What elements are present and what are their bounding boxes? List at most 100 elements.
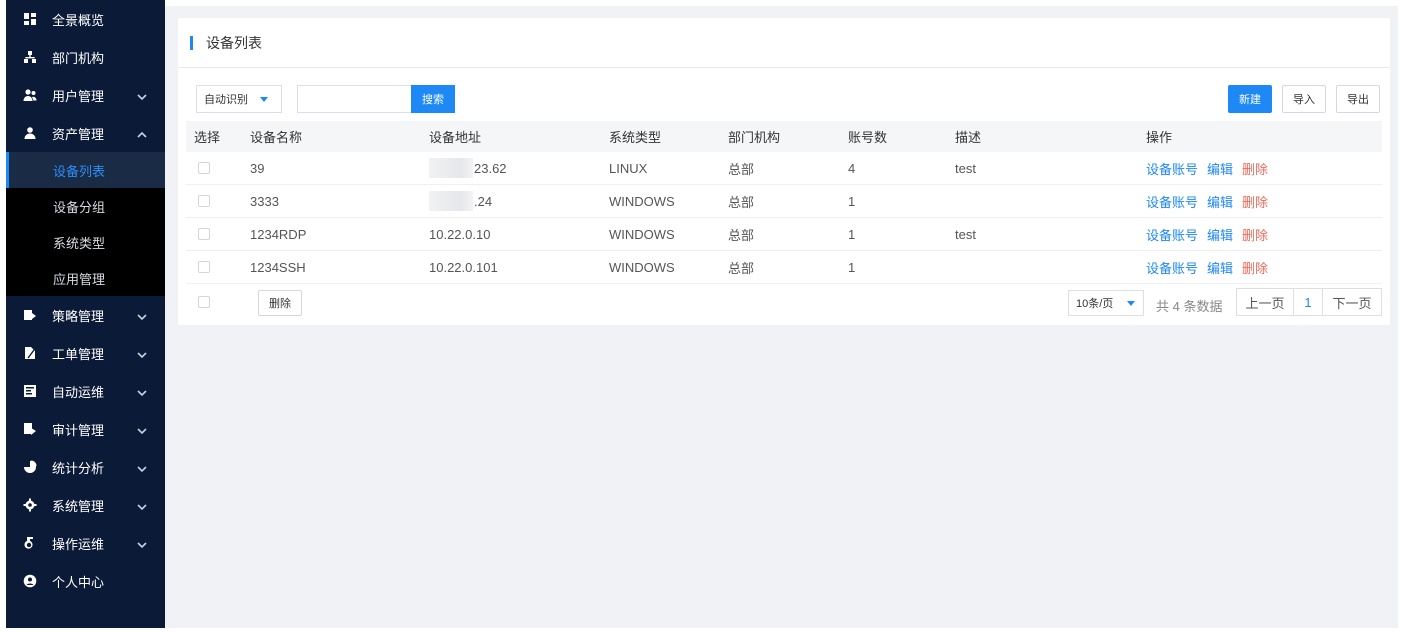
device-name: 39 xyxy=(250,160,265,176)
submenu-item[interactable]: 应用管理 xyxy=(6,260,165,296)
settings-icon xyxy=(22,497,38,513)
sidebar-item[interactable]: 部门机构 xyxy=(6,38,165,76)
delete-link[interactable]: 删除 xyxy=(1242,258,1268,277)
description: test xyxy=(955,160,976,176)
toolbar: 自动识别 搜索 新建 导入 导出 xyxy=(196,85,1380,115)
sidebar-item[interactable]: 全景概览 xyxy=(6,0,165,38)
device-accounts-link[interactable]: 设备账号 xyxy=(1146,192,1198,211)
edit-link[interactable]: 编辑 xyxy=(1207,225,1233,244)
device-accounts-link[interactable]: 设备账号 xyxy=(1146,225,1198,244)
edit-link[interactable]: 编辑 xyxy=(1207,159,1233,178)
operations-icon xyxy=(22,535,38,551)
row-checkbox[interactable] xyxy=(198,162,210,174)
total-count: 共 4 条数据 xyxy=(1156,299,1223,314)
edit-link[interactable]: 编辑 xyxy=(1207,258,1233,277)
new-button[interactable]: 新建 xyxy=(1228,85,1272,113)
import-button[interactable]: 导入 xyxy=(1282,85,1326,113)
submenu-item[interactable]: 设备分组 xyxy=(6,188,165,224)
device-accounts-link[interactable]: 设备账号 xyxy=(1146,258,1198,277)
delete-link[interactable]: 删除 xyxy=(1242,159,1268,178)
search-type-select[interactable]: 自动识别 xyxy=(196,85,282,113)
device-address-cell: .24 xyxy=(429,185,492,217)
header-device-name: 设备名称 xyxy=(250,130,303,145)
operations-cell: 设备账号 编辑 删除 xyxy=(1146,185,1268,217)
device-list-card: 设备列表 自动识别 搜索 新建 导入 导出 选择 设备名称 设备地址 系统类型 … xyxy=(178,18,1390,325)
device-accounts-link[interactable]: 设备账号 xyxy=(1146,159,1198,178)
header-select: 选择 xyxy=(194,130,221,145)
os-type: LINUX xyxy=(609,160,648,176)
assets-icon xyxy=(22,125,38,141)
department: 总部 xyxy=(728,194,755,210)
os-type: WINDOWS xyxy=(609,193,675,209)
row-select-cell xyxy=(194,218,210,250)
device-address-cell: 10.22.0.10 xyxy=(429,218,490,250)
sidebar-item[interactable]: 审计管理 xyxy=(6,410,165,448)
sidebar-item-label: 用户管理 xyxy=(52,88,105,104)
delete-link[interactable]: 删除 xyxy=(1242,192,1268,211)
next-page-button[interactable]: 下一页 xyxy=(1323,289,1381,315)
sidebar-item[interactable]: 用户管理 xyxy=(6,76,165,114)
search-input[interactable] xyxy=(297,85,411,113)
chevron-down-icon xyxy=(137,424,147,435)
sidebar-item-label: 工单管理 xyxy=(52,346,105,362)
redacted-address-mask xyxy=(429,158,473,178)
sidebar-item-label: 策略管理 xyxy=(52,308,105,324)
chevron-down-icon xyxy=(137,386,147,397)
department: 总部 xyxy=(728,260,755,276)
org-tree-icon xyxy=(22,49,38,65)
select-all-checkbox[interactable] xyxy=(198,296,210,308)
table-header: 选择 设备名称 设备地址 系统类型 部门机构 账号数 描述 操作 xyxy=(186,121,1382,152)
row-checkbox[interactable] xyxy=(198,228,210,240)
delete-link[interactable]: 删除 xyxy=(1242,225,1268,244)
sidebar-item-label: 个人中心 xyxy=(52,574,105,590)
row-select-cell xyxy=(194,152,210,184)
ticket-icon xyxy=(22,345,38,361)
chevron-down-icon xyxy=(137,90,147,101)
submenu-item[interactable]: 系统类型 xyxy=(6,224,165,260)
edit-link[interactable]: 编辑 xyxy=(1207,192,1233,211)
device-address: .24 xyxy=(474,193,493,209)
sidebar-item[interactable]: 工单管理 xyxy=(6,334,165,372)
sidebar-item-label: 统计分析 xyxy=(52,460,105,476)
sidebar-item[interactable]: 资产管理 xyxy=(6,114,165,152)
page-number-button[interactable]: 1 xyxy=(1294,289,1323,315)
row-select-cell xyxy=(194,185,210,217)
sidebar-item-label: 操作运维 xyxy=(52,536,105,552)
sidebar-item[interactable]: 系统管理 xyxy=(6,486,165,524)
sidebar-item[interactable]: 自动运维 xyxy=(6,372,165,410)
sidebar-item[interactable]: 操作运维 xyxy=(6,524,165,562)
table-footer: 删除 10条/页 共 4 条数据 上一页 1 下一页 xyxy=(186,288,1382,320)
chevron-down-icon xyxy=(137,348,147,359)
page-size-select[interactable]: 10条/页 xyxy=(1068,290,1144,316)
row-checkbox[interactable] xyxy=(198,261,210,273)
sidebar-item[interactable]: 统计分析 xyxy=(6,448,165,486)
main-content: 设备列表 自动识别 搜索 新建 导入 导出 选择 设备名称 设备地址 系统类型 … xyxy=(165,6,1398,628)
dashboard-icon xyxy=(22,11,38,27)
prev-page-button[interactable]: 上一页 xyxy=(1237,289,1294,315)
header-description: 描述 xyxy=(955,130,982,145)
sidebar-item[interactable]: 策略管理 xyxy=(6,296,165,334)
search-button[interactable]: 搜索 xyxy=(411,85,455,113)
sidebar-item-label: 资产管理 xyxy=(52,126,105,142)
account-count: 1 xyxy=(848,226,856,242)
header-account-count: 账号数 xyxy=(848,130,888,145)
header-device-address: 设备地址 xyxy=(429,130,482,145)
operations-cell: 设备账号 编辑 删除 xyxy=(1146,218,1268,250)
export-button[interactable]: 导出 xyxy=(1336,85,1380,113)
table-row: 39 23.62 LINUX 总部 4 test 设备账号 编辑 删除 xyxy=(186,152,1382,185)
device-name: 1234RDP xyxy=(250,226,307,242)
row-checkbox[interactable] xyxy=(198,195,210,207)
device-address: 23.62 xyxy=(474,160,507,176)
account-count: 1 xyxy=(848,193,856,209)
device-name: 1234SSH xyxy=(250,259,306,275)
sidebar-item[interactable]: 个人中心 xyxy=(6,562,165,600)
device-address-cell: 23.62 xyxy=(429,152,507,184)
bulk-delete-button[interactable]: 删除 xyxy=(258,290,302,316)
submenu-item[interactable]: 设备列表 xyxy=(6,152,165,188)
device-name: 3333 xyxy=(250,193,279,209)
pie-chart-icon xyxy=(22,459,38,475)
account-count: 1 xyxy=(848,259,856,275)
table-row: 1234SSH 10.22.0.101 WINDOWS 总部 1 设备账号 编辑… xyxy=(186,251,1382,284)
header-os-type: 系统类型 xyxy=(609,130,662,145)
sidebar: 全景概览 部门机构用户管理资产管理设备列表 设备分组 系统类型 应用管理策略管理工单管理… xyxy=(6,0,165,628)
